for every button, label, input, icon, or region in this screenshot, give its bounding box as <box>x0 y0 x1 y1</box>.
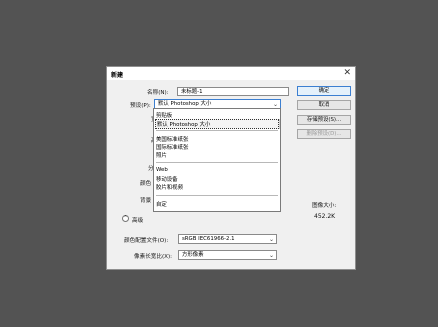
preset-option[interactable]: 国际标准纸张 <box>156 143 188 151</box>
chevron-down-icon: ⌄ <box>268 236 274 243</box>
name-label: 名称(N): <box>147 90 169 96</box>
image-size-label: 图像大小: <box>312 203 337 209</box>
preset-option[interactable]: 照片 <box>156 151 167 159</box>
ok-button[interactable]: 确定 <box>297 86 351 96</box>
color-profile-select[interactable]: sRGB IEC61966-2.1 ⌄ <box>178 234 277 244</box>
save-preset-button[interactable]: 存储预设(S)... <box>297 115 351 125</box>
preset-option[interactable]: 美国标准纸张 <box>156 135 188 143</box>
advanced-toggle-icon[interactable]: ⌃ <box>122 215 129 222</box>
dialog-title: 新建 <box>111 72 124 79</box>
cancel-button[interactable]: 取消 <box>297 100 351 110</box>
preset-dropdown-list[interactable]: 剪贴板 默认 Photoshop 大小 美国标准纸张 国际标准纸张 照片 Web… <box>153 108 281 212</box>
preset-option[interactable]: Web <box>156 167 168 173</box>
color-profile-label: 颜色配置文件(O): <box>124 238 169 244</box>
preset-option[interactable]: 移动设备 <box>156 175 178 183</box>
color-mode-label-partial: 颜色 <box>140 181 152 187</box>
preset-option[interactable]: 剪贴板 <box>156 111 172 119</box>
preset-select-value: 默认 Photoshop 大小 <box>158 101 212 107</box>
dropdown-divider <box>156 130 278 131</box>
name-field[interactable]: 未标题-1 <box>177 87 289 96</box>
pixel-aspect-value: 方形像素 <box>182 252 204 258</box>
preset-label: 预设(P): <box>130 103 151 109</box>
color-profile-value: sRGB IEC61966-2.1 <box>182 236 235 242</box>
dropdown-divider <box>156 195 278 196</box>
pixel-aspect-select[interactable]: 方形像素 ⌄ <box>178 250 277 260</box>
delete-preset-button[interactable]: 删除预设(D)... <box>297 129 351 139</box>
dropdown-divider <box>156 162 278 163</box>
preset-option[interactable]: 自定 <box>156 200 167 208</box>
pixel-aspect-label: 像素长宽比(X): <box>134 254 173 260</box>
close-icon[interactable]: ✕ <box>343 68 351 78</box>
chevron-down-icon: ⌄ <box>268 252 274 259</box>
background-label-partial: 背景 <box>140 198 152 204</box>
preset-option-selected[interactable]: 默认 Photoshop 大小 <box>155 119 279 129</box>
dialog-titlebar: 新建 ✕ <box>107 67 355 80</box>
image-size-value: 452.2K <box>314 213 336 220</box>
advanced-label: 高级 <box>132 218 144 224</box>
preset-option[interactable]: 胶片和视频 <box>156 183 183 191</box>
